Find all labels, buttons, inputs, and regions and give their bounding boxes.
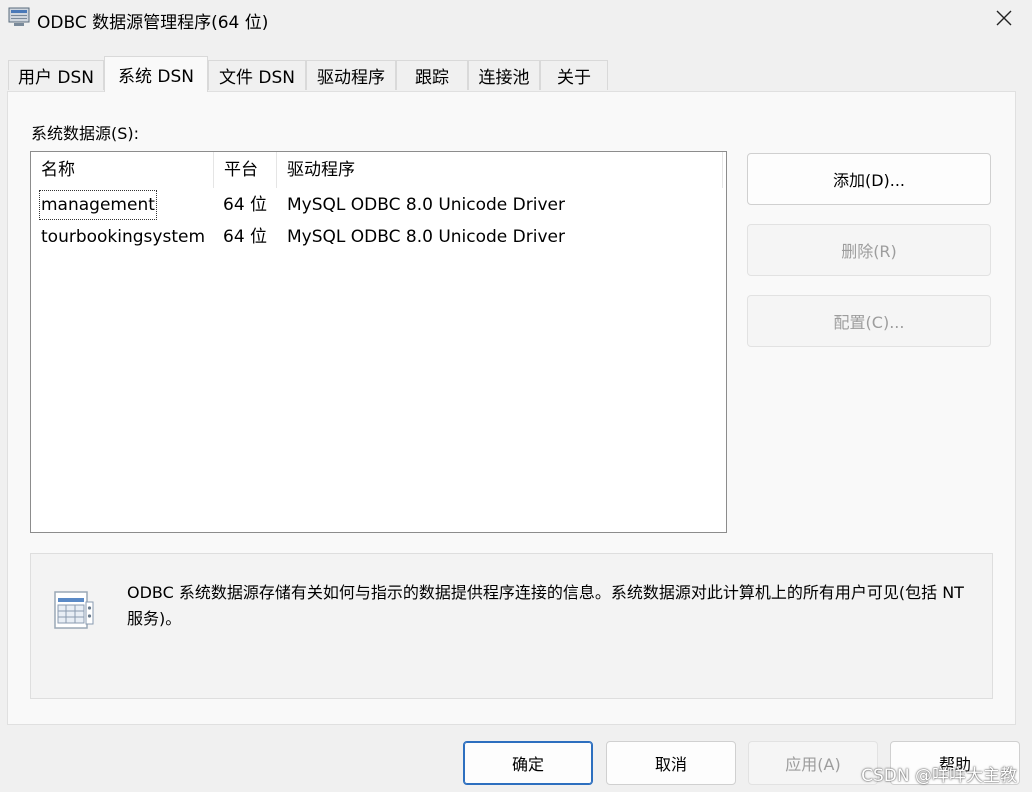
info-text: ODBC 系统数据源存储有关如何与指示的数据提供程序连接的信息。系统数据源对此计…: [127, 583, 964, 628]
dsn-name: tourbookingsystem: [41, 227, 206, 247]
dsn-platform: 64 位: [223, 195, 268, 215]
tab-file-dsn[interactable]: 文件 DSN: [208, 60, 306, 90]
tab-connection-pooling[interactable]: 连接池: [468, 60, 540, 90]
remove-button[interactable]: 删除(R): [747, 224, 991, 276]
configure-button[interactable]: 配置(C)...: [747, 295, 991, 347]
list-header: 名称 平台 驱动程序: [31, 152, 723, 188]
watermark: CSDN @咩咩大主教: [861, 766, 1017, 786]
tab-system-dsn[interactable]: 系统 DSN: [104, 56, 208, 92]
data-source-icon: [54, 591, 94, 629]
ok-button[interactable]: 确定: [463, 741, 593, 785]
dsn-name: management: [39, 190, 157, 220]
dsn-driver: MySQL ODBC 8.0 Unicode Driver: [287, 195, 565, 215]
tab-user-dsn[interactable]: 用户 DSN: [8, 60, 104, 90]
odbc-app-icon: [8, 7, 30, 26]
column-header-driver[interactable]: 驱动程序: [277, 152, 723, 188]
section-label: 系统数据源(S):: [31, 124, 140, 143]
close-button[interactable]: [976, 0, 1032, 36]
list-item[interactable]: management 64 位 MySQL ODBC 8.0 Unicode D…: [31, 190, 723, 220]
close-icon: [996, 10, 1012, 26]
window-title: ODBC 数据源管理程序(64 位): [37, 13, 269, 33]
tab-drivers[interactable]: 驱动程序: [306, 60, 396, 90]
cancel-button[interactable]: 取消: [606, 741, 736, 785]
dsn-platform: 64 位: [223, 227, 268, 247]
title-bar: ODBC 数据源管理程序(64 位): [0, 0, 1032, 40]
tab-panel-system-dsn: 系统数据源(S): 名称 平台 驱动程序 management 64 位 MyS…: [7, 91, 1016, 725]
column-header-platform[interactable]: 平台: [214, 152, 277, 188]
system-dsn-list[interactable]: 名称 平台 驱动程序 management 64 位 MySQL ODBC 8.…: [30, 151, 727, 533]
dsn-driver: MySQL ODBC 8.0 Unicode Driver: [287, 227, 565, 247]
column-header-name[interactable]: 名称: [31, 152, 214, 188]
info-box: ODBC 系统数据源存储有关如何与指示的数据提供程序连接的信息。系统数据源对此计…: [30, 553, 993, 699]
tab-about[interactable]: 关于: [540, 60, 608, 90]
tab-tracing[interactable]: 跟踪: [396, 60, 468, 90]
add-button[interactable]: 添加(D)...: [747, 153, 991, 205]
list-item[interactable]: tourbookingsystem 64 位 MySQL ODBC 8.0 Un…: [31, 222, 723, 252]
apply-button[interactable]: 应用(A): [748, 741, 878, 785]
